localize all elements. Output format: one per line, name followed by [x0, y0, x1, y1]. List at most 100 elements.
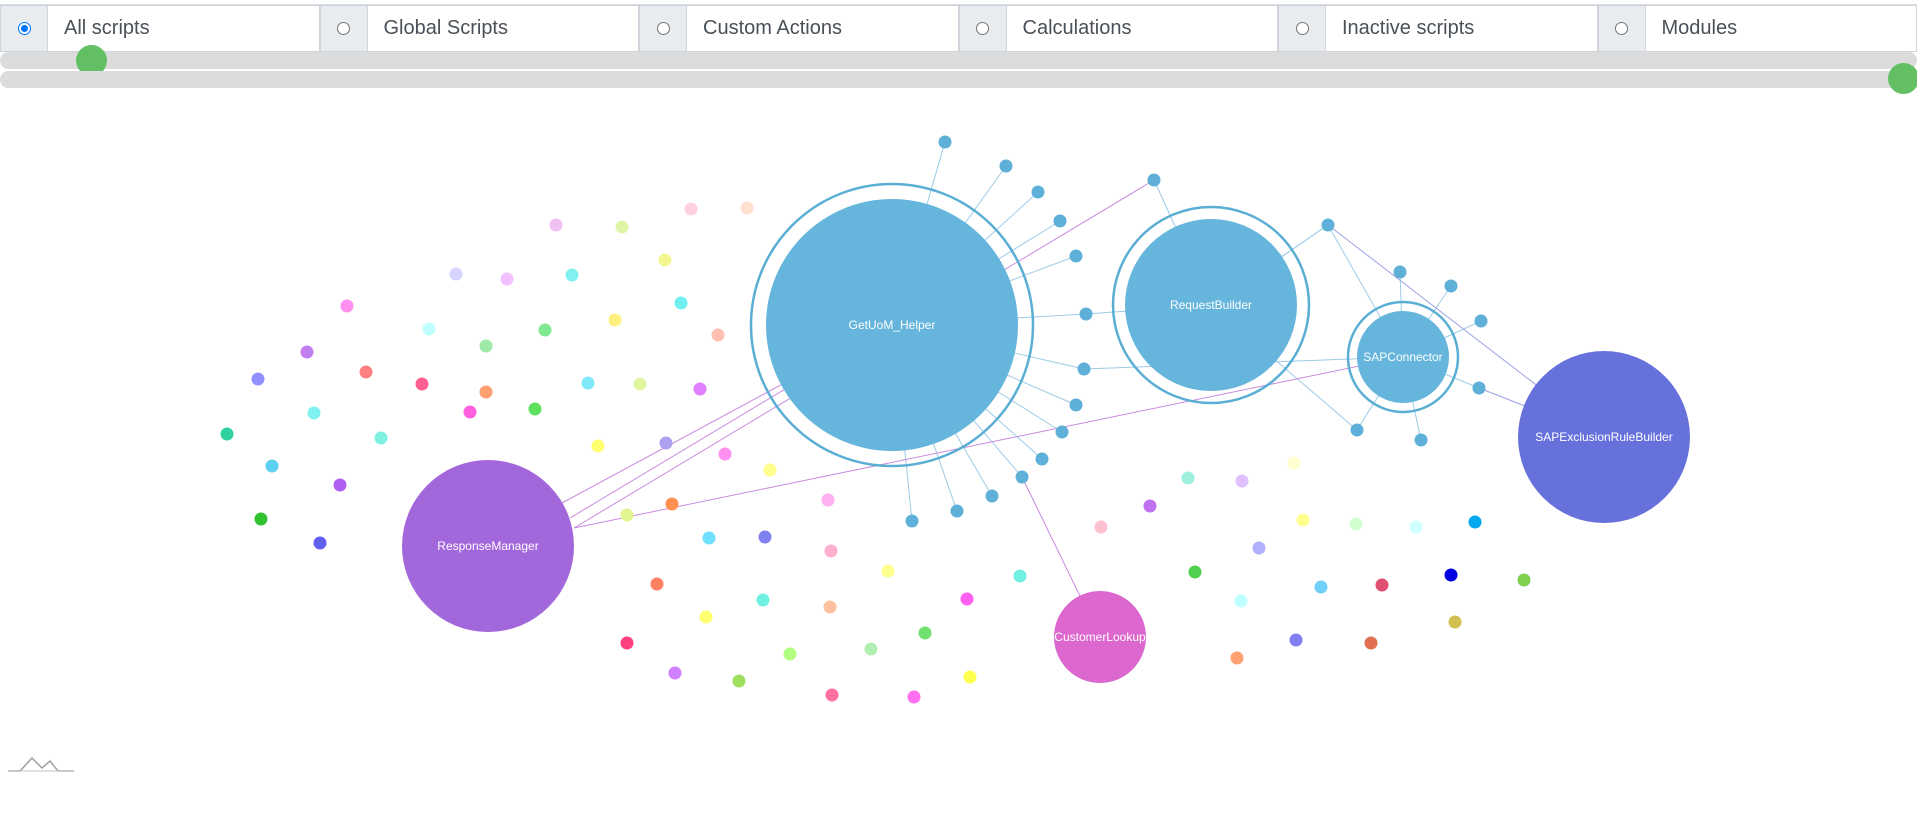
leaf-node[interactable] [1188, 565, 1202, 579]
leaf-node[interactable] [999, 159, 1013, 173]
leaf-node[interactable] [549, 218, 563, 232]
leaf-node[interactable] [938, 135, 952, 149]
leaf-node[interactable] [251, 372, 265, 386]
leaf-node[interactable] [1013, 569, 1027, 583]
leaf-node[interactable] [265, 459, 279, 473]
leaf-node[interactable] [1350, 423, 1364, 437]
radio-calculations[interactable] [976, 22, 989, 35]
radio-custom-actions[interactable] [656, 22, 670, 35]
leaf-node[interactable] [538, 323, 552, 337]
leaf-node[interactable] [1314, 580, 1328, 594]
leaf-node[interactable] [633, 377, 647, 391]
leaf-node[interactable] [1252, 541, 1266, 555]
leaf-node[interactable] [359, 365, 373, 379]
radio-global-scripts[interactable] [337, 22, 350, 35]
leaf-node[interactable] [1230, 651, 1244, 665]
leaf-node[interactable] [1147, 173, 1161, 187]
zoom-slider-track[interactable] [0, 52, 1917, 69]
filter-label[interactable]: Calculations [1005, 5, 1278, 52]
filter-inactive-scripts[interactable]: Inactive scripts [1278, 5, 1598, 52]
filter-label[interactable]: Modules [1644, 5, 1917, 52]
leaf-node[interactable] [985, 489, 999, 503]
leaf-node[interactable] [1474, 314, 1488, 328]
leaf-node[interactable] [615, 220, 629, 234]
leaf-node[interactable] [415, 377, 429, 391]
leaf-node[interactable] [374, 431, 388, 445]
radio-cell[interactable] [1278, 5, 1325, 52]
leaf-node[interactable] [950, 504, 964, 518]
leaf-node[interactable] [1375, 578, 1389, 592]
leaf-node[interactable] [907, 690, 921, 704]
leaf-node[interactable] [821, 493, 835, 507]
filter-label[interactable]: Global Scripts [366, 5, 639, 52]
leaf-node[interactable] [254, 512, 268, 526]
leaf-node[interactable] [300, 345, 314, 359]
leaf-node[interactable] [1296, 513, 1310, 527]
leaf-node[interactable] [1444, 279, 1458, 293]
filter-custom-actions[interactable]: Custom Actions [639, 5, 959, 52]
radio-cell[interactable] [1597, 5, 1645, 52]
leaf-node[interactable] [1448, 615, 1462, 629]
leaf-node[interactable] [1077, 362, 1091, 376]
amcharts-logo-icon[interactable] [6, 750, 76, 776]
leaf-node[interactable] [1055, 425, 1069, 439]
leaf-node[interactable] [449, 267, 463, 281]
leaf-node[interactable] [1349, 517, 1363, 531]
leaf-node[interactable] [1079, 307, 1093, 321]
leaf-node[interactable] [1409, 520, 1423, 534]
leaf-node[interactable] [702, 531, 716, 545]
leaf-node[interactable] [732, 674, 746, 688]
leaf-node[interactable] [668, 666, 682, 680]
leaf-node[interactable] [1235, 474, 1249, 488]
filter-global-scripts[interactable]: Global Scripts [319, 5, 639, 52]
leaf-node[interactable] [565, 268, 579, 282]
leaf-node[interactable] [1468, 515, 1482, 529]
radio-cell[interactable] [0, 5, 47, 52]
leaf-node[interactable] [960, 592, 974, 606]
leaf-node[interactable] [864, 642, 878, 656]
leaf-node[interactable] [665, 497, 679, 511]
filter-calculations[interactable]: Calculations [958, 5, 1278, 52]
leaf-node[interactable] [463, 405, 477, 419]
leaf-node[interactable] [1472, 381, 1486, 395]
leaf-node[interactable] [783, 647, 797, 661]
filter-label[interactable]: Custom Actions [686, 5, 959, 52]
leaf-node[interactable] [591, 439, 605, 453]
leaf-node[interactable] [825, 688, 839, 702]
leaf-node[interactable] [307, 406, 321, 420]
leaf-node[interactable] [881, 564, 895, 578]
radio-cell[interactable] [639, 5, 686, 52]
filter-modules[interactable]: Modules [1597, 5, 1917, 52]
leaf-node[interactable] [500, 272, 514, 286]
leaf-node[interactable] [479, 385, 493, 399]
leaf-node[interactable] [693, 382, 707, 396]
leaf-node[interactable] [1444, 568, 1458, 582]
leaf-node[interactable] [1517, 573, 1531, 587]
leaf-node[interactable] [824, 544, 838, 558]
leaf-node[interactable] [905, 514, 919, 528]
leaf-node[interactable] [1321, 218, 1335, 232]
radio-cell[interactable] [958, 5, 1006, 52]
leaf-node[interactable] [823, 600, 837, 614]
leaf-node[interactable] [1035, 452, 1049, 466]
leaf-node[interactable] [1414, 433, 1428, 447]
leaf-node[interactable] [650, 577, 664, 591]
range-slider-track[interactable] [0, 71, 1917, 88]
leaf-node[interactable] [620, 508, 634, 522]
leaf-node[interactable] [674, 296, 688, 310]
radio-inactive-scripts[interactable] [1295, 22, 1309, 35]
leaf-node[interactable] [1053, 214, 1067, 228]
leaf-node[interactable] [608, 313, 622, 327]
leaf-node[interactable] [711, 328, 725, 342]
leaf-node[interactable] [1143, 499, 1157, 513]
leaf-node[interactable] [1234, 594, 1248, 608]
leaf-node[interactable] [528, 402, 542, 416]
leaf-node[interactable] [313, 536, 327, 550]
leaf-node[interactable] [740, 201, 754, 215]
leaf-node[interactable] [1181, 471, 1195, 485]
leaf-node[interactable] [1289, 633, 1303, 647]
leaf-node[interactable] [918, 626, 932, 640]
leaf-node[interactable] [659, 436, 673, 450]
leaf-node[interactable] [340, 299, 354, 313]
leaf-node[interactable] [581, 376, 595, 390]
